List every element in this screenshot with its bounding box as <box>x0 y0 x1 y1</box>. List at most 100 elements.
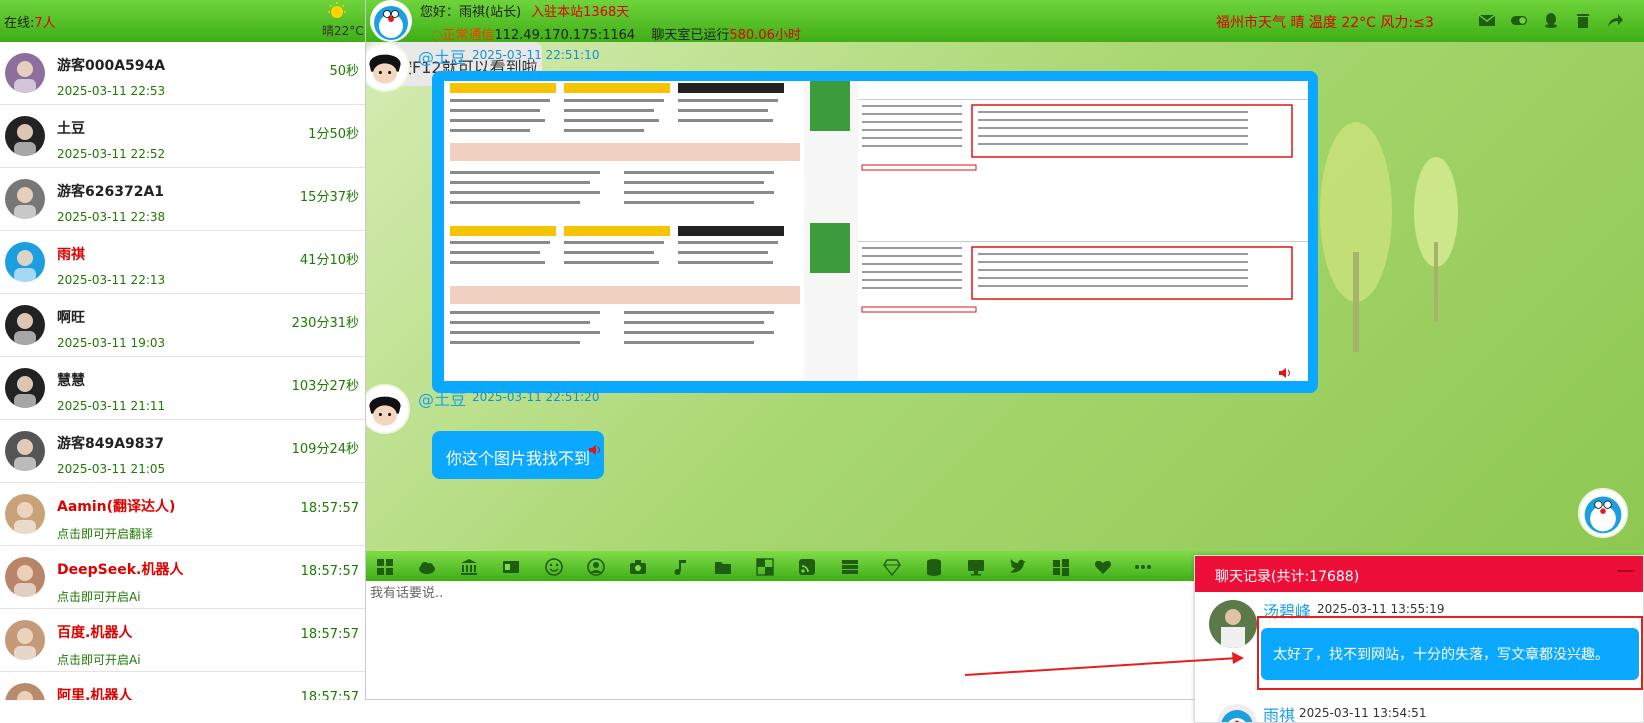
user-avatar[interactable] <box>5 557 45 597</box>
weather-small: 晴22°C <box>322 24 364 38</box>
music-icon[interactable] <box>672 558 690 576</box>
user-avatar[interactable] <box>5 620 45 660</box>
user-name[interactable]: 游客849A9837 <box>57 433 164 453</box>
user-list: 游客000A594A 2025-03-11 22:53 50秒 土豆 2025-03-1… <box>0 42 365 700</box>
user-row[interactable]: Aamin(翻译达人) 点击即可开启翻译 18:57:57 <box>0 483 365 546</box>
smile-icon[interactable] <box>545 558 563 576</box>
image-message-bubble[interactable] <box>432 71 1318 393</box>
chat-history-panel: 聊天记录(共计:17688) — 汤碧峰 2025-03-11 13:55:19… <box>1194 555 1644 723</box>
user-avatar[interactable] <box>5 242 45 282</box>
sun-icon <box>328 2 346 18</box>
text-message-bubble[interactable]: 你这个图片我找不到 <box>432 431 604 479</box>
history-avatar[interactable] <box>1209 600 1257 648</box>
user-avatar[interactable] <box>5 494 45 534</box>
user-name[interactable]: 百度.机器人 <box>57 622 132 642</box>
user-name[interactable]: Aamin(翻译达人) <box>57 496 175 516</box>
twitter-icon[interactable] <box>1009 558 1027 576</box>
rss-icon[interactable] <box>798 558 816 576</box>
minimize-button[interactable]: — <box>1617 562 1635 580</box>
message-input[interactable] <box>368 585 1168 602</box>
user-row[interactable]: 游客000A594A 2025-03-11 22:53 50秒 <box>0 42 365 105</box>
user-name[interactable]: 游客626372A1 <box>57 181 164 201</box>
status-dot-icon: ◌ <box>431 28 443 43</box>
diamond-icon[interactable] <box>883 558 901 576</box>
user-row[interactable]: 阿里.机器人 18:57:57 <box>0 672 365 700</box>
shared-screenshot-image[interactable] <box>444 81 1308 381</box>
user-name[interactable]: 土豆 <box>57 118 85 138</box>
user-name[interactable]: 阿里.机器人 <box>57 685 132 700</box>
trash-icon[interactable] <box>1574 11 1592 29</box>
user-date: 点击即可开启Ai <box>57 590 141 604</box>
user-date: 2025-03-11 21:05 <box>57 462 166 476</box>
bank-icon[interactable] <box>460 558 478 576</box>
database-icon[interactable] <box>925 558 943 576</box>
status-label: 正常通信 <box>442 28 495 43</box>
online-user-sidebar: 在线:7人 晴22°C 游客000A594A 2025-03-11 22:53 50… <box>0 0 366 700</box>
user-name[interactable]: 雨祺 <box>57 244 85 264</box>
runtime-value: 580.06小时 <box>729 28 801 43</box>
chess-icon[interactable] <box>756 558 774 576</box>
heart-icon[interactable] <box>1094 558 1112 576</box>
camera-icon[interactable] <box>629 558 647 576</box>
my-avatar[interactable] <box>370 0 412 42</box>
user-avatar[interactable] <box>5 431 45 471</box>
windows-icon[interactable] <box>1052 558 1070 576</box>
user-row[interactable]: 慧慧 2025-03-11 21:11 103分27秒 <box>0 357 365 420</box>
user-row[interactable]: 啊旺 2025-03-11 19:03 230分31秒 <box>0 294 365 357</box>
user-avatar[interactable] <box>5 53 45 93</box>
city-weather: 福州市天气 晴 温度 22°C 风力:≤3 <box>1216 15 1434 31</box>
user-row[interactable]: 游客626372A1 2025-03-11 22:38 15分37秒 <box>0 168 365 231</box>
user-date: 2025-03-11 22:53 <box>57 84 166 98</box>
speaker-icon[interactable] <box>1278 367 1294 379</box>
user-row[interactable]: 游客849A9837 2025-03-11 21:05 109分24秒 <box>0 420 365 483</box>
user-name[interactable]: DeepSeek.机器人 <box>57 559 183 579</box>
user-name[interactable]: 慧慧 <box>57 370 85 390</box>
id-card-icon[interactable] <box>502 558 520 576</box>
greeting: 您好：雨祺(站长) 入驻本站1368天 <box>420 1 629 20</box>
server-icon[interactable] <box>841 558 859 576</box>
user-duration: 50秒 <box>329 64 359 79</box>
user-avatar[interactable] <box>5 179 45 219</box>
user-duration: 109分24秒 <box>291 442 359 457</box>
user-row[interactable]: 雨祺 2025-03-11 22:13 41分10秒 <box>0 231 365 294</box>
mail-icon[interactable] <box>1478 11 1496 29</box>
history-header: 聊天记录(共计:17688) — <box>1195 556 1643 592</box>
share-icon[interactable] <box>1606 11 1624 29</box>
qq-icon[interactable] <box>1542 11 1560 29</box>
user-duration: 1分50秒 <box>308 127 359 142</box>
chat-area[interactable]: @土豆 2025-03-11 22:51:10 @土豆 2025-03-11 2… <box>366 42 1644 551</box>
user-row[interactable]: DeepSeek.机器人 点击即可开启Ai 18:57:57 <box>0 546 365 609</box>
history-sender[interactable]: 雨祺 <box>1263 702 1295 722</box>
user-name[interactable]: 啊旺 <box>57 307 85 327</box>
user-row[interactable]: 土豆 2025-03-11 22:52 1分50秒 <box>0 105 365 168</box>
user-avatar[interactable] <box>5 305 45 345</box>
user-avatar[interactable] <box>5 116 45 156</box>
grid-icon[interactable] <box>376 558 394 576</box>
history-avatar[interactable] <box>1217 704 1257 722</box>
online-label: 在线: <box>4 16 35 31</box>
cloud-icon[interactable] <box>418 558 436 576</box>
more-icon[interactable] <box>1134 558 1152 576</box>
user-row[interactable]: 百度.机器人 点击即可开启Ai 18:57:57 <box>0 609 365 672</box>
user-avatar[interactable] <box>5 683 45 700</box>
sidebar-header: 在线:7人 晴22°C <box>0 0 365 42</box>
user-date: 2025-03-11 21:11 <box>57 399 166 413</box>
user-date: 2025-03-11 22:38 <box>57 210 166 224</box>
ip-address: 112.49.170.175:1164 <box>494 28 636 43</box>
user-name[interactable]: 游客000A594A <box>57 55 165 75</box>
greeting-text: 您好：雨祺(站长) <box>420 5 522 20</box>
user-circle-icon[interactable] <box>587 558 605 576</box>
user-avatar[interactable] <box>5 368 45 408</box>
folder-icon[interactable] <box>714 558 732 576</box>
top-bar: 您好：雨祺(站长) 入驻本站1368天 ◌正常通信112.49.170.175:1… <box>366 0 1644 43</box>
speaker-icon[interactable] <box>588 444 604 456</box>
my-message-avatar[interactable] <box>1578 488 1628 538</box>
history-message-bubble[interactable]: 太好了，找不到网站，十分的失落，写文章都没兴趣。 <box>1261 628 1639 680</box>
message-avatar[interactable] <box>366 384 410 434</box>
toggle-icon[interactable] <box>1510 11 1528 29</box>
monitor-icon[interactable] <box>967 558 985 576</box>
history-time: 2025-03-11 13:54:51 <box>1299 706 1427 720</box>
message-sender[interactable]: @土豆 <box>418 386 466 410</box>
message-sender[interactable]: @土豆 <box>418 44 466 68</box>
user-date: 2025-03-11 19:03 <box>57 336 166 350</box>
